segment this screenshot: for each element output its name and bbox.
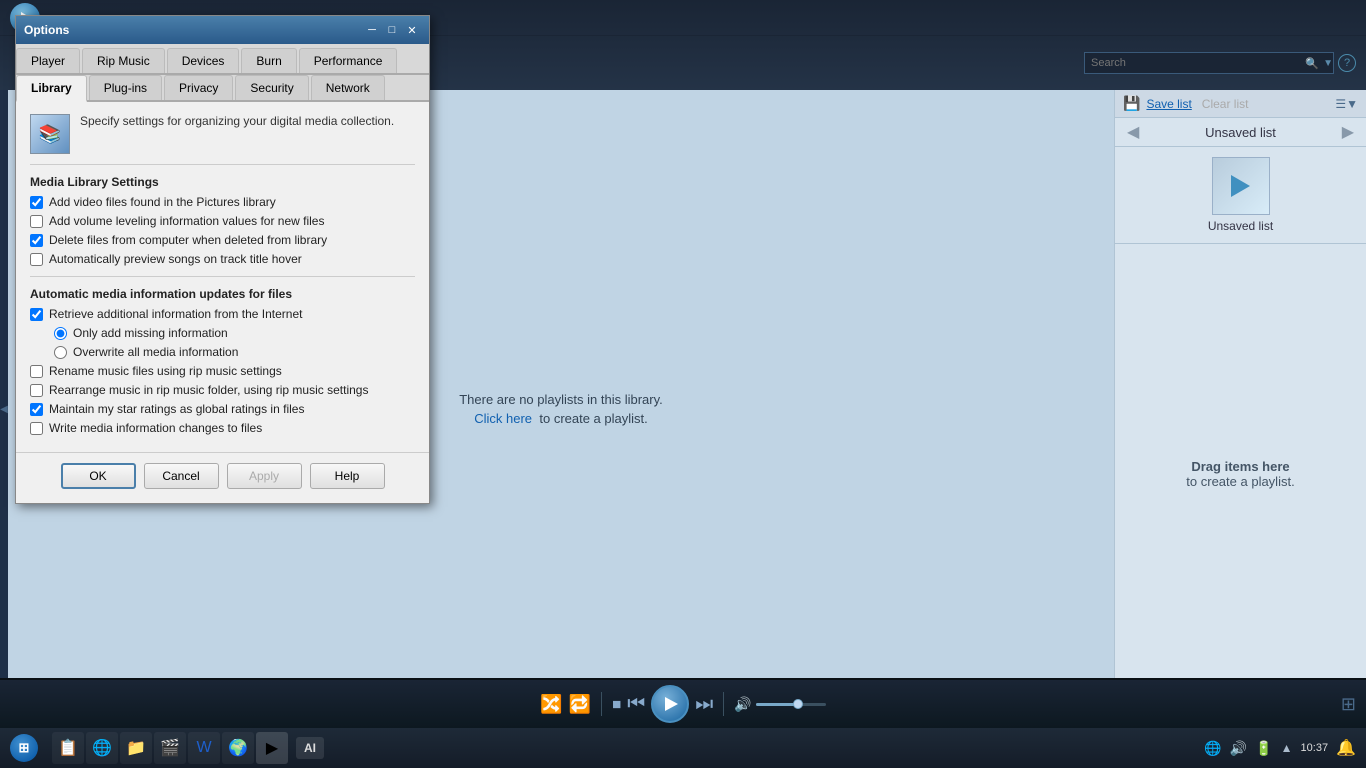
help-button[interactable]: Help xyxy=(310,463,385,489)
dialog-body: 📚 Specify settings for organizing your d… xyxy=(16,102,429,452)
tab-library[interactable]: Library xyxy=(16,75,87,102)
add-volume-leveling-checkbox[interactable] xyxy=(30,215,43,228)
rearrange-music-label: Rearrange music in rip music folder, usi… xyxy=(49,383,368,397)
auto-update-section: Automatic media information updates for … xyxy=(30,287,415,435)
dialog-footer: OK Cancel Apply Help xyxy=(16,452,429,503)
write-media-info-label: Write media information changes to files xyxy=(49,421,262,435)
write-media-info-checkbox[interactable] xyxy=(30,422,43,435)
tab-burn[interactable]: Burn xyxy=(241,48,296,73)
checkbox-row-7: Rearrange music in rip music folder, usi… xyxy=(30,383,415,397)
checkbox-row-4: Automatically preview songs on track tit… xyxy=(30,252,415,266)
auto-update-title: Automatic media information updates for … xyxy=(30,287,415,301)
dialog-overlay: Options ─ □ ✕ Player Rip Music Devices B… xyxy=(0,0,1366,768)
dialog-icon-row: 📚 Specify settings for organizing your d… xyxy=(30,114,415,154)
close-button[interactable]: ✕ xyxy=(403,22,421,38)
checkbox-row-3: Delete files from computer when deleted … xyxy=(30,233,415,247)
auto-preview-label: Automatically preview songs on track tit… xyxy=(49,252,302,266)
tab-privacy[interactable]: Privacy xyxy=(164,75,233,100)
media-library-title: Media Library Settings xyxy=(30,175,415,189)
settings-description: Specify settings for organizing your dig… xyxy=(80,114,394,128)
tab-devices[interactable]: Devices xyxy=(167,48,240,73)
overwrite-all-label: Overwrite all media information xyxy=(73,345,238,359)
delete-files-label: Delete files from computer when deleted … xyxy=(49,233,327,247)
rearrange-music-checkbox[interactable] xyxy=(30,384,43,397)
only-add-missing-label: Only add missing information xyxy=(73,326,228,340)
maintain-star-ratings-checkbox[interactable] xyxy=(30,403,43,416)
tab-plugins[interactable]: Plug-ins xyxy=(89,75,162,100)
ok-button[interactable]: OK xyxy=(61,463,136,489)
dialog-tabs: Player Rip Music Devices Burn Performanc… xyxy=(16,44,429,75)
checkbox-row-2: Add volume leveling information values f… xyxy=(30,214,415,228)
maximize-button[interactable]: □ xyxy=(383,22,401,38)
rename-music-files-checkbox[interactable] xyxy=(30,365,43,378)
checkbox-row-6: Rename music files using rip music setti… xyxy=(30,364,415,378)
retrieve-info-label: Retrieve additional information from the… xyxy=(49,307,302,321)
tab-performance[interactable]: Performance xyxy=(299,48,398,73)
add-volume-leveling-label: Add volume leveling information values f… xyxy=(49,214,324,228)
options-dialog: Options ─ □ ✕ Player Rip Music Devices B… xyxy=(15,15,430,504)
apply-button[interactable]: Apply xyxy=(227,463,302,489)
tab-rip-music[interactable]: Rip Music xyxy=(82,48,165,73)
retrieve-info-checkbox[interactable] xyxy=(30,308,43,321)
cancel-button[interactable]: Cancel xyxy=(144,463,219,489)
add-video-files-checkbox[interactable] xyxy=(30,196,43,209)
rename-music-files-label: Rename music files using rip music setti… xyxy=(49,364,282,378)
tab-security[interactable]: Security xyxy=(235,75,308,100)
dialog-title: Options xyxy=(24,23,361,37)
checkbox-row-5: Retrieve additional information from the… xyxy=(30,307,415,321)
media-library-section: Media Library Settings Add video files f… xyxy=(30,175,415,266)
library-icon: 📚 xyxy=(30,114,70,154)
checkbox-row-1: Add video files found in the Pictures li… xyxy=(30,195,415,209)
auto-preview-checkbox[interactable] xyxy=(30,253,43,266)
radio-row-1: Only add missing information xyxy=(54,326,415,340)
checkbox-row-8: Maintain my star ratings as global ratin… xyxy=(30,402,415,416)
tab-network[interactable]: Network xyxy=(311,75,385,100)
delete-files-checkbox[interactable] xyxy=(30,234,43,247)
only-add-missing-radio[interactable] xyxy=(54,327,67,340)
maintain-star-ratings-label: Maintain my star ratings as global ratin… xyxy=(49,402,304,416)
dialog-titlebar: Options ─ □ ✕ xyxy=(16,16,429,44)
overwrite-all-radio[interactable] xyxy=(54,346,67,359)
tab-player[interactable]: Player xyxy=(16,48,80,73)
checkbox-row-9: Write media information changes to files xyxy=(30,421,415,435)
minimize-button[interactable]: ─ xyxy=(363,22,381,38)
add-video-files-label: Add video files found in the Pictures li… xyxy=(49,195,276,209)
radio-row-2: Overwrite all media information xyxy=(54,345,415,359)
